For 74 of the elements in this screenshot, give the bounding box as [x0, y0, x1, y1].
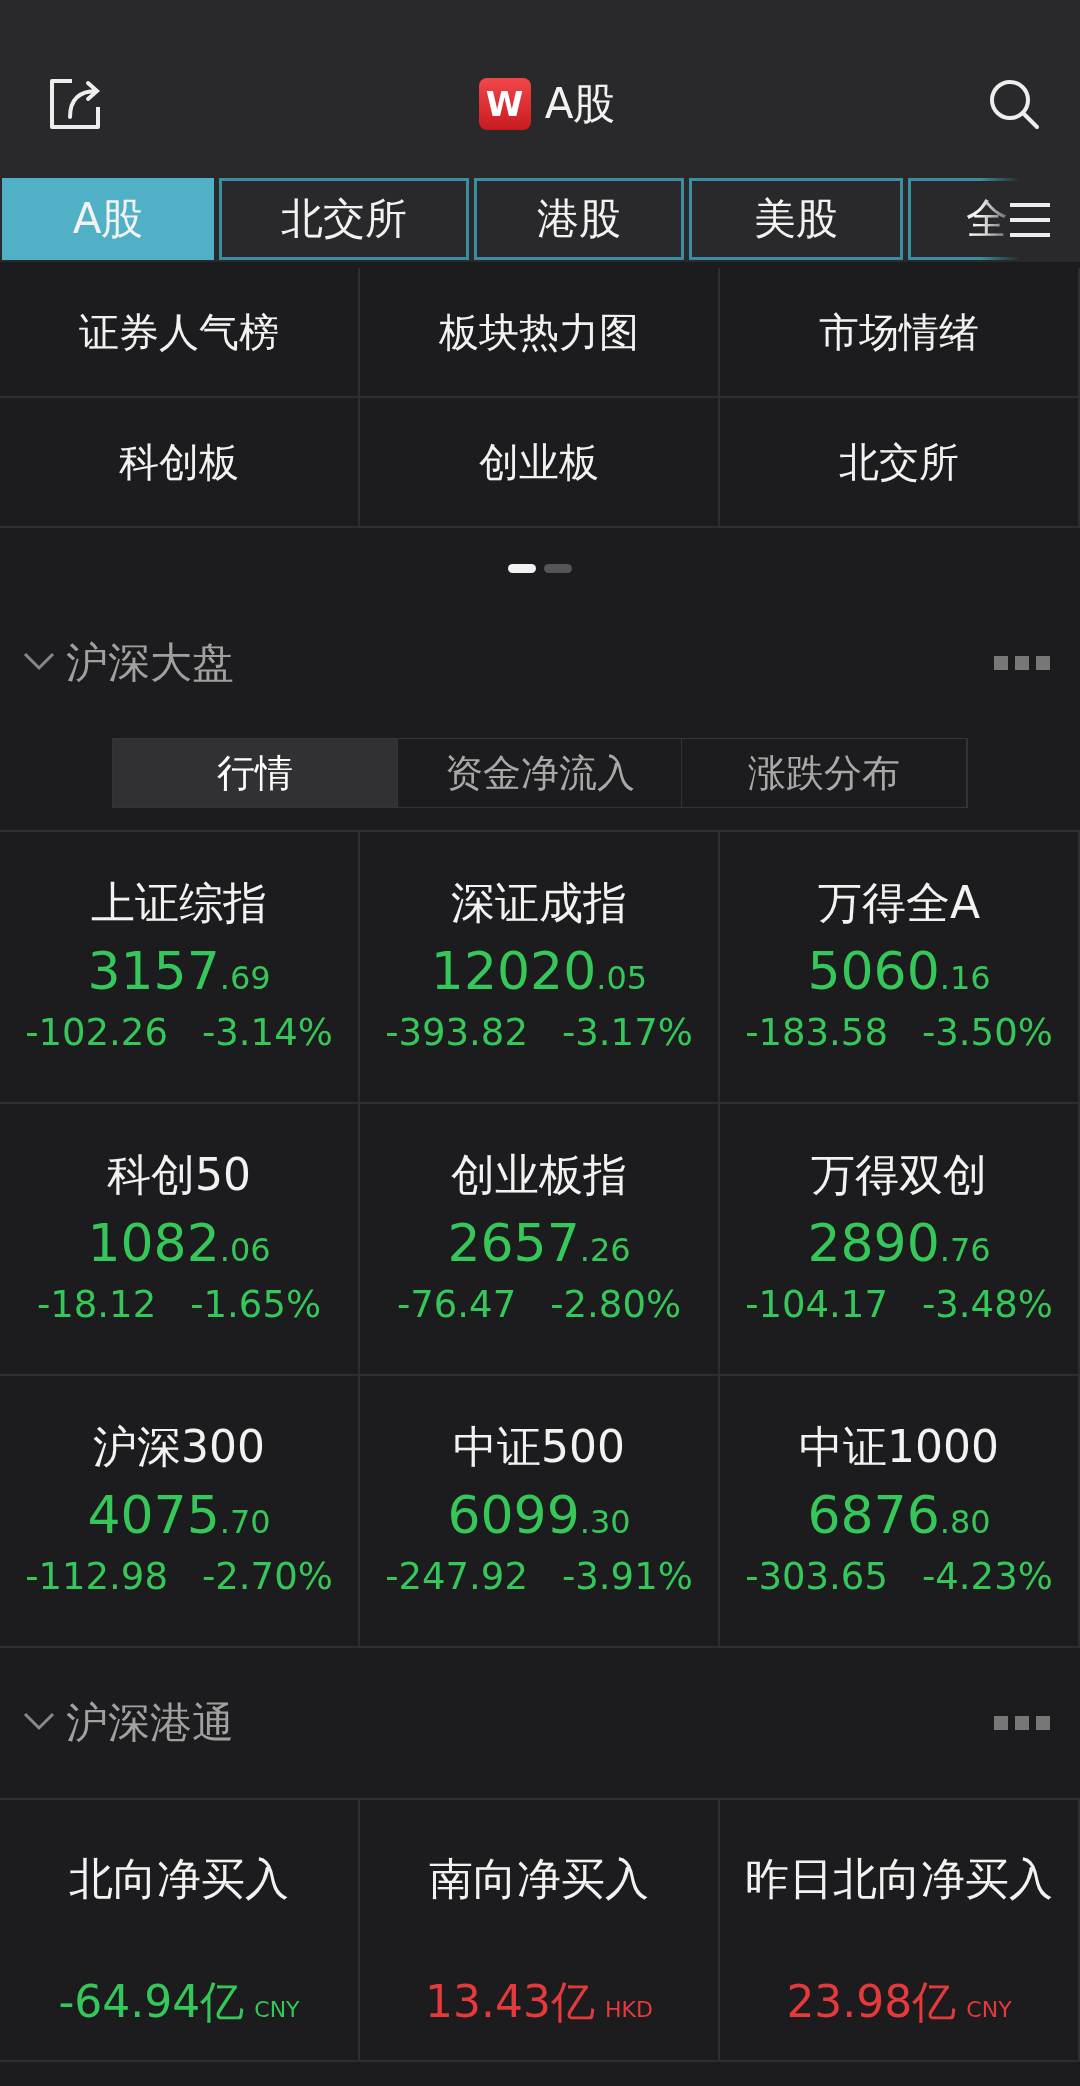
page-title: A股 — [544, 78, 616, 130]
index-percent: -3.14% — [201, 1011, 333, 1054]
index-percent: -3.50% — [921, 1011, 1053, 1054]
index-name: 深证成指 — [451, 876, 627, 930]
index-value: 4075 — [87, 1485, 220, 1545]
index-decimals: .05 — [596, 959, 648, 997]
flow-amount: -64.94亿 — [58, 1975, 245, 2029]
index-decimals: .70 — [219, 1503, 271, 1541]
index-name: 万得全A — [817, 876, 981, 930]
index-value: 6099 — [447, 1485, 580, 1545]
chevron-icon[interactable] — [22, 1710, 56, 1732]
index-decimals: .76 — [939, 1231, 991, 1269]
index-value: 5060 — [807, 941, 940, 1001]
quick-link[interactable]: 科创板 — [0, 398, 360, 528]
section-title: 沪深港通 — [66, 1697, 234, 1749]
flow-name: 北向净买入 — [69, 1852, 289, 1906]
index-name: 上证综指 — [91, 876, 267, 930]
quick-link[interactable]: 市场情绪 — [720, 268, 1080, 398]
market-tab[interactable]: 美股 — [689, 178, 903, 260]
segment-tab[interactable]: 行情 — [113, 739, 398, 807]
menu-icon[interactable] — [1008, 202, 1052, 238]
index-decimals: .16 — [939, 959, 991, 997]
index-change: -76.47 — [396, 1283, 517, 1326]
flow-amount: 13.43亿 — [425, 1975, 595, 2029]
index-percent: -2.70% — [201, 1555, 333, 1598]
index-percent: -4.23% — [921, 1555, 1053, 1598]
chevron-icon[interactable] — [22, 650, 56, 672]
index-change: -303.65 — [745, 1555, 888, 1598]
index-value: 2890 — [807, 1213, 940, 1273]
index-percent: -3.48% — [921, 1283, 1053, 1326]
index-change: -247.92 — [385, 1555, 528, 1598]
index-name: 创业板指 — [451, 1148, 627, 1202]
index-decimals: .26 — [579, 1231, 631, 1269]
index-change: -183.58 — [745, 1011, 888, 1054]
index-change: -102.26 — [25, 1011, 168, 1054]
index-percent: -1.65% — [190, 1283, 322, 1326]
currency-label: CNY — [254, 1997, 300, 2022]
flow-name: 昨日北向净买入 — [745, 1852, 1053, 1906]
more-icon[interactable] — [994, 1716, 1050, 1730]
flow-amount: 23.98亿 — [786, 1975, 957, 2029]
quick-link[interactable]: 板块热力图 — [360, 268, 720, 398]
index-name: 中证500 — [453, 1420, 625, 1474]
index-decimals: .06 — [219, 1231, 271, 1269]
currency-label: HKD — [605, 1997, 653, 2022]
index-change: -104.17 — [745, 1283, 888, 1326]
search-icon[interactable] — [988, 78, 1040, 130]
more-icon[interactable] — [994, 656, 1050, 670]
flow-name: 南向净买入 — [429, 1852, 649, 1906]
quick-link[interactable]: 创业板 — [360, 398, 720, 528]
quick-link[interactable]: 北交所 — [720, 398, 1080, 528]
index-decimals: .30 — [579, 1503, 631, 1541]
index-change: -393.82 — [385, 1011, 528, 1054]
quick-link[interactable]: 证券人气榜 — [0, 268, 360, 398]
index-percent: -3.17% — [561, 1011, 693, 1054]
index-name: 科创50 — [107, 1148, 251, 1202]
index-change: -18.12 — [36, 1283, 157, 1326]
market-tab[interactable]: 港股 — [474, 178, 684, 260]
index-name: 中证1000 — [799, 1420, 999, 1474]
app-logo: W — [478, 78, 531, 130]
index-value: 12020 — [430, 941, 597, 1001]
index-percent: -2.80% — [550, 1283, 682, 1326]
index-decimals: .80 — [939, 1503, 991, 1541]
index-value: 6876 — [807, 1485, 940, 1545]
index-name: 万得双创 — [811, 1148, 987, 1202]
section-title: 沪深大盘 — [66, 637, 234, 689]
index-decimals: .69 — [219, 959, 271, 997]
index-percent: -3.91% — [561, 1555, 693, 1598]
index-name: 沪深300 — [93, 1420, 265, 1474]
index-value: 2657 — [447, 1213, 580, 1273]
index-value: 3157 — [87, 941, 220, 1001]
market-tab[interactable]: 北交所 — [219, 178, 469, 260]
index-change: -112.98 — [25, 1555, 168, 1598]
index-value: 1082 — [87, 1213, 220, 1273]
currency-label: CNY — [966, 1997, 1012, 2022]
